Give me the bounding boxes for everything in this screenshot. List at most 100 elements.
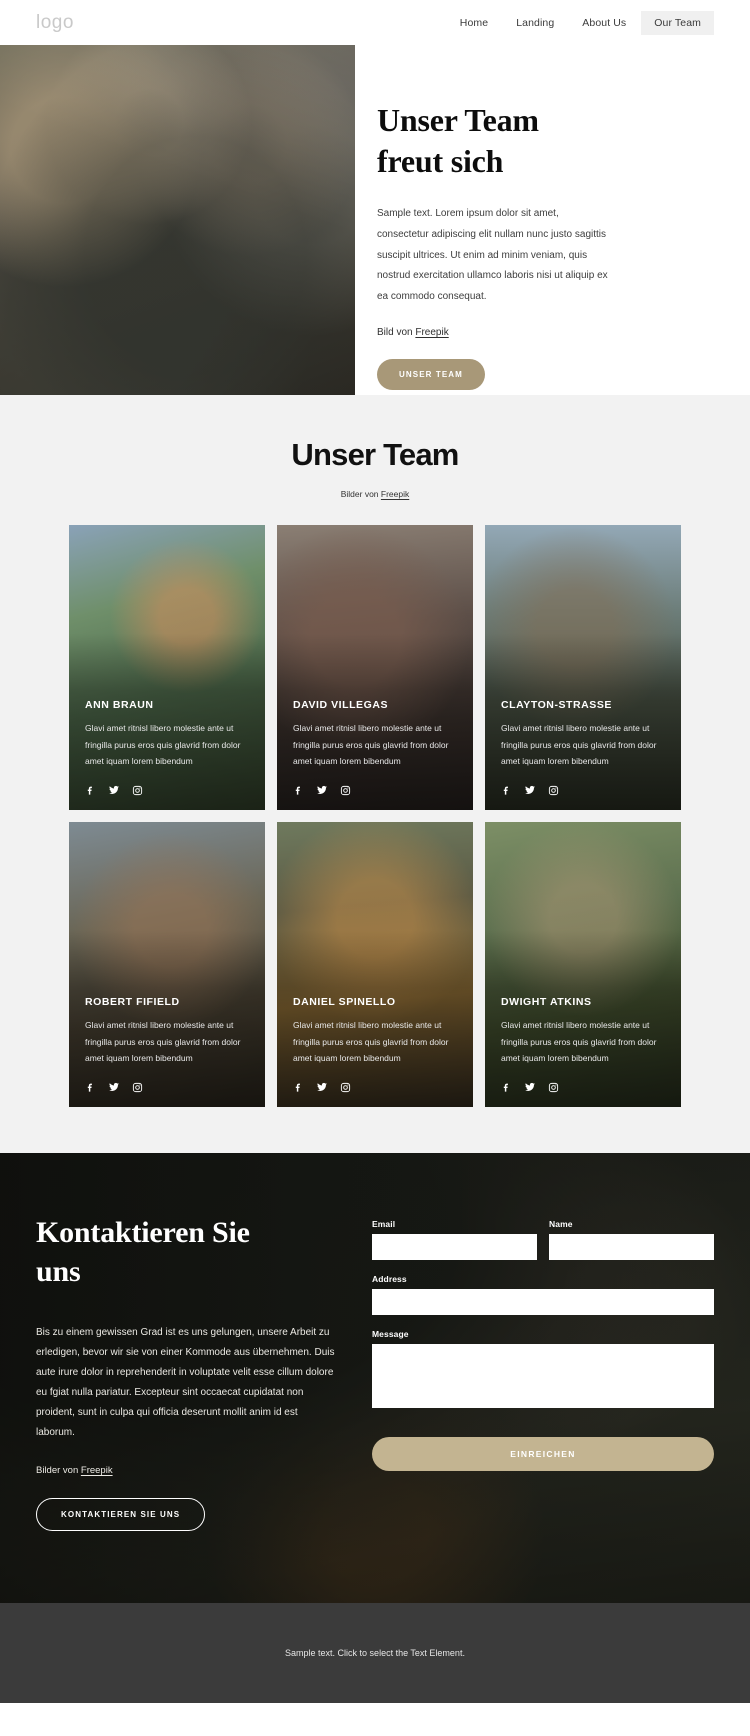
kontaktieren-sie-uns-button[interactable]: KONTAKTIEREN SIE UNS bbox=[36, 1498, 206, 1531]
team-card-body: ROBERT FIFIELD Glavi amet ritnisl libero… bbox=[85, 996, 251, 1067]
team-card-socials bbox=[501, 784, 559, 796]
address-label: Address bbox=[372, 1274, 407, 1284]
twitter-icon[interactable] bbox=[316, 784, 328, 796]
team-member-name: ANN BRAUN bbox=[85, 699, 154, 712]
team-credit-prefix: Bilder von bbox=[340, 489, 381, 499]
twitter-icon[interactable] bbox=[108, 1081, 120, 1093]
instagram-icon[interactable] bbox=[340, 785, 351, 796]
twitter-icon[interactable] bbox=[108, 784, 120, 796]
team-card-socials bbox=[293, 1081, 351, 1093]
hero-image-credit: Bild von Freepik bbox=[377, 327, 710, 338]
hero-credit-link[interactable]: Freepik bbox=[415, 327, 448, 338]
contact-credit-prefix: Bilder von bbox=[36, 1465, 81, 1476]
site-footer: Sample text. Click to select the Text El… bbox=[0, 1603, 750, 1703]
hero-title-line-1: Unser Team bbox=[377, 102, 539, 138]
unser-team-button[interactable]: UNSER TEAM bbox=[377, 358, 485, 390]
team-card-socials bbox=[85, 784, 143, 796]
team-images-credit: Bilder von Freepik bbox=[0, 489, 750, 499]
hero-paragraph: Sample text. Lorem ipsum dolor sit amet,… bbox=[377, 207, 608, 303]
facebook-icon[interactable] bbox=[501, 785, 512, 796]
contact-title-line-1: Kontaktieren Sie bbox=[36, 1216, 250, 1249]
contact-title: Kontaktieren Sie uns bbox=[36, 1213, 336, 1291]
team-card[interactable]: DANIEL SPINELLO Glavi amet ritnisl liber… bbox=[277, 822, 473, 1107]
nav-item-about-us[interactable]: About Us bbox=[569, 11, 639, 35]
team-section-title: Unser Team bbox=[291, 437, 459, 472]
team-section: Unser Team Bilder von Freepik ANN BRAUN … bbox=[0, 395, 750, 1153]
message-label: Message bbox=[372, 1329, 409, 1339]
site-header: logo Home Landing About Us Our Team bbox=[0, 0, 750, 45]
name-field-group: Name bbox=[549, 1219, 714, 1260]
email-input[interactable] bbox=[372, 1234, 537, 1260]
message-textarea[interactable] bbox=[372, 1344, 714, 1408]
facebook-icon[interactable] bbox=[85, 785, 96, 796]
contact-section: Kontaktieren Sie uns Bis zu einem gewiss… bbox=[0, 1153, 750, 1603]
name-input[interactable] bbox=[549, 1234, 714, 1260]
instagram-icon[interactable] bbox=[548, 1082, 559, 1093]
nav-item-our-team[interactable]: Our Team bbox=[641, 10, 714, 35]
email-label: Email bbox=[372, 1219, 396, 1229]
team-card-socials bbox=[85, 1081, 143, 1093]
twitter-icon[interactable] bbox=[524, 784, 536, 796]
team-card-socials bbox=[293, 784, 351, 796]
instagram-icon[interactable] bbox=[340, 1082, 351, 1093]
team-member-name: DAVID VILLEGAS bbox=[293, 699, 389, 712]
facebook-icon[interactable] bbox=[501, 1082, 512, 1093]
team-card-body: ANN BRAUN Glavi amet ritnisl libero mole… bbox=[85, 699, 251, 770]
team-member-description: Glavi amet ritnisl libero molestie ante … bbox=[501, 723, 657, 767]
message-field-group: Message bbox=[372, 1329, 714, 1413]
address-field-group: Address bbox=[372, 1274, 714, 1315]
team-card-body: DAVID VILLEGAS Glavi amet ritnisl libero… bbox=[293, 699, 459, 770]
submit-button[interactable]: EINREICHEN bbox=[372, 1437, 714, 1471]
hero-image-overlay bbox=[0, 45, 355, 395]
hero-content: Unser Team freut sich Sample text. Lorem… bbox=[355, 45, 750, 395]
logo[interactable]: logo bbox=[36, 12, 74, 34]
team-member-name: CLAYTON-STRASSE bbox=[501, 699, 612, 712]
team-card-body: CLAYTON-STRASSE Glavi amet ritnisl liber… bbox=[501, 699, 667, 770]
contact-paragraph: Bis zu einem gewissen Grad ist es uns ge… bbox=[36, 1327, 335, 1438]
instagram-icon[interactable] bbox=[132, 1082, 143, 1093]
hero-credit-prefix: Bild von bbox=[377, 326, 416, 338]
instagram-icon[interactable] bbox=[132, 785, 143, 796]
hero-image bbox=[0, 45, 355, 395]
facebook-icon[interactable] bbox=[293, 785, 304, 796]
team-card[interactable]: ROBERT FIFIELD Glavi amet ritnisl libero… bbox=[69, 822, 265, 1107]
twitter-icon[interactable] bbox=[524, 1081, 536, 1093]
main-nav: Home Landing About Us Our Team bbox=[447, 10, 714, 35]
team-card[interactable]: CLAYTON-STRASSE Glavi amet ritnisl liber… bbox=[485, 525, 681, 810]
facebook-icon[interactable] bbox=[85, 1082, 96, 1093]
team-member-name: DANIEL SPINELLO bbox=[293, 996, 396, 1009]
contact-form: Email Name Address Message EINREICHEN bbox=[372, 1213, 714, 1531]
address-input[interactable] bbox=[372, 1289, 714, 1315]
team-card-body: DANIEL SPINELLO Glavi amet ritnisl liber… bbox=[293, 996, 459, 1067]
hero-title: Unser Team freut sich bbox=[377, 100, 710, 182]
page-root: logo Home Landing About Us Our Team Unse… bbox=[0, 0, 750, 1703]
team-member-description: Glavi amet ritnisl libero molestie ante … bbox=[501, 1020, 657, 1064]
instagram-icon[interactable] bbox=[548, 785, 559, 796]
team-member-description: Glavi amet ritnisl libero molestie ante … bbox=[293, 723, 449, 767]
team-member-description: Glavi amet ritnisl libero molestie ante … bbox=[85, 723, 241, 767]
team-card[interactable]: DAVID VILLEGAS Glavi amet ritnisl libero… bbox=[277, 525, 473, 810]
team-member-name: DWIGHT ATKINS bbox=[501, 996, 592, 1009]
facebook-icon[interactable] bbox=[293, 1082, 304, 1093]
contact-left-column: Kontaktieren Sie uns Bis zu einem gewiss… bbox=[36, 1213, 336, 1531]
team-member-description: Glavi amet ritnisl libero molestie ante … bbox=[293, 1020, 449, 1064]
team-card-body: DWIGHT ATKINS Glavi amet ritnisl libero … bbox=[501, 996, 667, 1067]
hero-section: Unser Team freut sich Sample text. Lorem… bbox=[0, 45, 750, 395]
team-card-socials bbox=[501, 1081, 559, 1093]
twitter-icon[interactable] bbox=[316, 1081, 328, 1093]
footer-text[interactable]: Sample text. Click to select the Text El… bbox=[285, 1648, 465, 1658]
team-credit-link[interactable]: Freepik bbox=[381, 489, 409, 499]
contact-images-credit: Bilder von Freepik bbox=[36, 1465, 336, 1476]
hero-title-line-2: freut sich bbox=[377, 142, 504, 179]
form-row-email-name: Email Name bbox=[372, 1219, 714, 1260]
contact-inner: Kontaktieren Sie uns Bis zu einem gewiss… bbox=[36, 1213, 714, 1531]
team-member-description: Glavi amet ritnisl libero molestie ante … bbox=[85, 1020, 241, 1064]
nav-item-landing[interactable]: Landing bbox=[503, 11, 567, 35]
contact-credit-link[interactable]: Freepik bbox=[81, 1465, 113, 1476]
team-card[interactable]: DWIGHT ATKINS Glavi amet ritnisl libero … bbox=[485, 822, 681, 1107]
email-field-group: Email bbox=[372, 1219, 537, 1260]
form-row-message: Message bbox=[372, 1329, 714, 1413]
team-card[interactable]: ANN BRAUN Glavi amet ritnisl libero mole… bbox=[69, 525, 265, 810]
nav-item-home[interactable]: Home bbox=[447, 11, 501, 35]
name-label: Name bbox=[549, 1219, 573, 1229]
